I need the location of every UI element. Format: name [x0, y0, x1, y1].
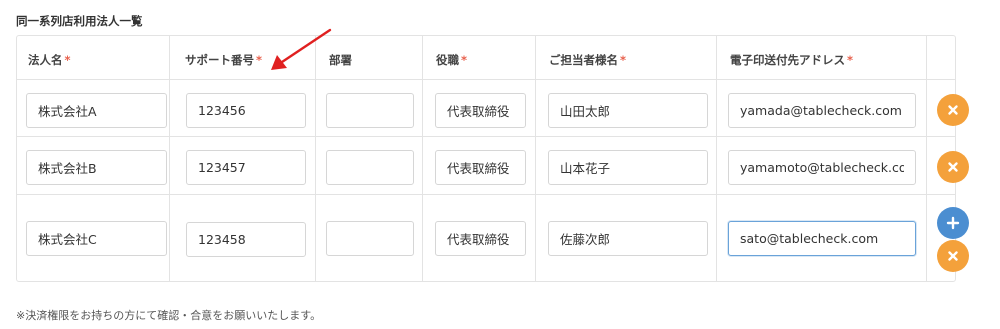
contact-input[interactable] [548, 221, 708, 256]
remove-row-button[interactable] [937, 240, 969, 272]
email-input[interactable] [728, 221, 916, 256]
support-number-input[interactable] [186, 93, 306, 128]
company-input[interactable] [26, 93, 167, 128]
company-input[interactable] [26, 221, 167, 256]
email-input[interactable] [728, 150, 916, 185]
add-row-button[interactable] [937, 207, 969, 239]
plus-icon [946, 216, 960, 230]
close-icon [948, 162, 958, 172]
support-number-input[interactable] [186, 222, 306, 257]
close-icon [948, 105, 958, 115]
department-input[interactable] [326, 150, 414, 185]
position-input[interactable] [435, 221, 526, 256]
department-input[interactable] [326, 221, 414, 256]
header-email: 電子印送付先アドレス * [730, 53, 854, 67]
remove-row-button[interactable] [937, 151, 969, 183]
remove-row-button[interactable] [937, 94, 969, 126]
department-input[interactable] [326, 93, 414, 128]
contact-input[interactable] [548, 93, 708, 128]
section-title: 同一系列店利用法人一覧 [16, 14, 143, 28]
contact-input[interactable] [548, 150, 708, 185]
header-department: 部署 [329, 53, 352, 67]
position-input[interactable] [435, 150, 526, 185]
position-input[interactable] [435, 93, 526, 128]
header-company: 法人名 * [28, 53, 71, 67]
corporations-table: 法人名 * サポート番号 * 部署 役職 * ご担当者様名 * 電子印送付先アドレス * [16, 35, 969, 282]
header-contact: ご担当者様名 * [549, 53, 627, 67]
header-support-number: サポート番号 * [185, 53, 263, 67]
confirmation-note: ※決済権限をお持ちの方にて確認・合意をお願いいたします。 [16, 309, 322, 322]
header-position: 役職 * [436, 53, 468, 67]
close-icon [948, 251, 958, 261]
email-input[interactable] [728, 93, 916, 128]
company-input[interactable] [26, 150, 167, 185]
support-number-input[interactable] [186, 150, 306, 185]
